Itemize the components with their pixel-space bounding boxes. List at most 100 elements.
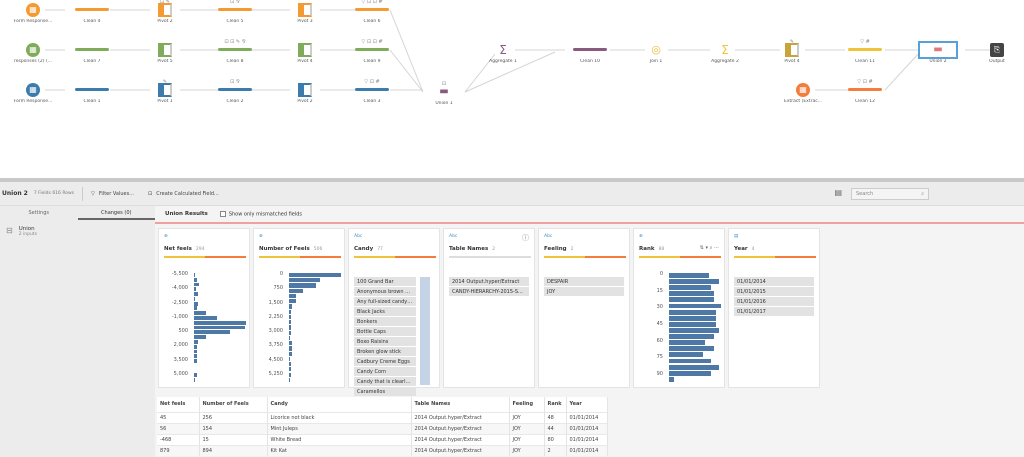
filter-values-button[interactable]: ▽ Filter Values... [91, 191, 134, 197]
field-name[interactable]: Number of Feels [259, 246, 310, 252]
histogram-bar[interactable] [194, 311, 207, 316]
value-item[interactable]: Any full-sized candy bar [354, 297, 416, 306]
histogram-bar[interactable] [194, 287, 197, 292]
profile-card-candy[interactable]: Abc Candy 77 100 Grand Bar Anonymous brown… [348, 228, 440, 396]
histogram-bar[interactable] [669, 370, 711, 376]
value-item[interactable]: DESPAIR [544, 277, 624, 286]
histogram-bar[interactable] [194, 301, 198, 306]
value-item[interactable]: Boxo Raisins [354, 337, 416, 346]
tab-changes[interactable]: Changes (0) [77, 206, 155, 220]
field-name[interactable]: Rank [639, 246, 655, 252]
histogram-bar[interactable] [289, 314, 291, 320]
histogram-bar[interactable] [669, 321, 716, 327]
value-item[interactable]: Caramellos [354, 387, 416, 396]
histogram-bar[interactable] [194, 282, 200, 287]
field-name[interactable]: Table Names [449, 246, 488, 252]
histogram-bar[interactable] [194, 292, 199, 296]
histogram-bar[interactable] [669, 358, 711, 364]
value-item[interactable]: Bottle Caps [354, 327, 416, 336]
field-name[interactable]: Candy [354, 246, 373, 252]
histogram-bar[interactable] [289, 351, 292, 356]
histogram-bar[interactable] [289, 278, 321, 283]
union-settings-item[interactable]: ⊟ Union 2 inputs [0, 220, 155, 243]
histogram-bar[interactable] [289, 283, 317, 288]
histogram-bar[interactable] [289, 335, 291, 341]
create-calculated-field-button[interactable]: ⊡ Create Calculated Field... [148, 191, 219, 197]
column-header[interactable]: Year [566, 397, 608, 412]
value-item[interactable]: 100 Grand Bar [354, 277, 416, 286]
column-header[interactable]: Net feels [157, 397, 200, 412]
histogram-bar[interactable] [289, 288, 303, 293]
table-row[interactable]: -468 15 White Bread 2014 Output.hyper/Extra… [157, 433, 608, 445]
histogram-bar[interactable] [289, 325, 291, 330]
histogram-bar[interactable] [289, 367, 292, 372]
histogram[interactable]: 0 15 30 45 60 75 90 [639, 271, 721, 383]
field-name[interactable]: Feeling [544, 246, 567, 252]
histogram-bar[interactable] [669, 334, 714, 339]
histogram-bar[interactable] [669, 328, 719, 333]
histogram-bar[interactable] [669, 297, 714, 303]
search-input[interactable]: Search ⌕ [851, 188, 929, 200]
histogram-bar[interactable] [669, 352, 704, 358]
profile-card-number-of-feels[interactable]: ⊕ Number of Feels 506 0 750 1,500 2,250 3,000… [253, 228, 345, 388]
table-row[interactable]: 56 154 Mint Juleps 2014 Output.hyper/Extrac… [157, 422, 608, 434]
histogram[interactable]: 0 750 1,500 2,250 3,000 3,750 4,500 5,250 [259, 271, 341, 383]
histogram-bar[interactable] [669, 346, 714, 352]
mismatched-fields-checkbox[interactable]: Show only mismatched fields [219, 210, 302, 217]
histogram-bar[interactable] [289, 299, 297, 304]
histogram-bar[interactable] [669, 273, 709, 278]
histogram-bar[interactable] [289, 330, 291, 335]
column-header[interactable]: Candy [267, 397, 412, 412]
value-item[interactable]: Cadbury Creme Eggs [354, 357, 416, 366]
value-item[interactable]: Anonymous brown glo... [354, 287, 416, 296]
field-name[interactable]: Year [734, 246, 748, 252]
histogram-bar[interactable] [289, 362, 292, 367]
histogram-bar[interactable] [669, 364, 719, 370]
profile-card-table-names[interactable]: Abc Table Names 2 2014 Output.hyper/Extra… [443, 228, 535, 388]
histogram-bar[interactable] [194, 316, 217, 320]
value-item[interactable]: Candy that is clearly ju... [354, 377, 416, 386]
value-item[interactable]: 2014 Output.hyper/Extract [449, 277, 529, 286]
column-header[interactable]: Feeling [509, 397, 545, 412]
field-name[interactable]: Net feels [164, 246, 192, 252]
histogram-bar[interactable] [669, 279, 719, 284]
value-item[interactable]: 01/01/2017 [734, 307, 814, 316]
histogram-bar[interactable] [669, 376, 675, 382]
histogram-bar[interactable] [669, 315, 716, 321]
value-item[interactable]: 01/01/2015 [734, 287, 814, 296]
histogram-bar[interactable] [289, 372, 292, 377]
tab-settings[interactable]: Settings [0, 206, 78, 220]
histogram-bar[interactable] [289, 293, 297, 299]
histogram-bar[interactable] [194, 335, 207, 339]
profile-card-rank[interactable]: ⊕ Rank 88 0 15 30 45 60 75 90 ⇅ ▾ ⌕ ⋯ [633, 228, 725, 388]
histogram-bar[interactable] [289, 309, 292, 314]
column-header[interactable]: Table Names [411, 397, 510, 412]
histogram-bar[interactable] [194, 325, 245, 330]
flow-canvas[interactable]: ▦Form Response...Clean 4⊡ ✎Pivot 2⊡ ⅋Cle… [0, 0, 1024, 178]
value-scrollbar[interactable] [420, 277, 430, 385]
histogram[interactable]: -5,500 -4,000 -2,500 -1,000 500 2,000 3,500 5,0… [164, 271, 246, 383]
histogram-bar[interactable] [289, 304, 292, 309]
table-row[interactable]: 879 894 Kit Kat 2014 Output.hyper/Extract JO… [157, 444, 608, 456]
histogram-bar[interactable] [669, 285, 711, 291]
profile-card-net-feels[interactable]: ⊕ Net feels 294 -5,500 -4,000 -2,500 -1,000 5… [158, 228, 250, 388]
value-item[interactable]: 01/01/2016 [734, 297, 814, 306]
histogram-bar[interactable] [194, 306, 197, 311]
value-item[interactable]: JOY [544, 287, 624, 296]
histogram-bar[interactable] [194, 330, 231, 335]
histogram-bar[interactable] [194, 339, 199, 344]
histogram-bar[interactable] [289, 341, 292, 346]
value-item[interactable]: Candy Corn [354, 367, 416, 376]
info-icon[interactable]: ⓘ [522, 233, 529, 243]
value-item[interactable]: CANDY-HIERARCHY-2015-S... [449, 287, 529, 296]
sort-search-more-icons[interactable]: ⇅ ▾ ⌕ ⋯ [700, 245, 719, 251]
histogram-bar[interactable] [669, 340, 706, 346]
value-item[interactable]: 01/01/2014 [734, 277, 814, 286]
histogram-bar[interactable] [289, 356, 291, 361]
histogram-bar[interactable] [194, 273, 196, 277]
histogram-bar[interactable] [289, 346, 293, 351]
histogram-bar[interactable] [669, 303, 721, 309]
histogram-bar[interactable] [194, 359, 198, 363]
histogram-bar[interactable] [289, 377, 291, 382]
histogram-bar[interactable] [669, 309, 716, 315]
